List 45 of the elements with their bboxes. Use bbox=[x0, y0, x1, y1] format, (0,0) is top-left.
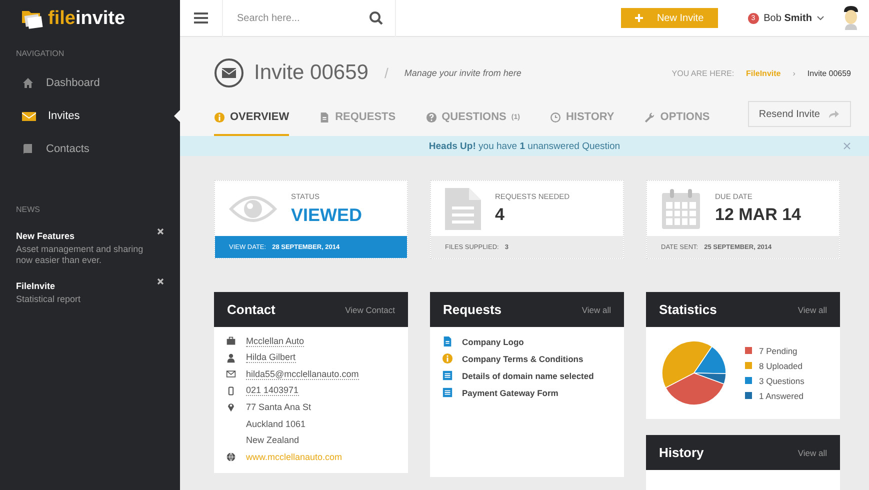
breadcrumb-separator: › bbox=[792, 68, 796, 78]
search-field[interactable]: Search here... bbox=[222, 0, 396, 36]
request-item[interactable]: Payment Gateway Form bbox=[462, 388, 558, 398]
page-subtitle: Manage your invite from here bbox=[404, 68, 522, 78]
card-value: 12 MAR 14 bbox=[715, 205, 801, 225]
news-text: Asset management and sharing now easier than ever. bbox=[16, 244, 144, 266]
resend-invite-button[interactable]: Resend Invite bbox=[748, 101, 851, 127]
request-item[interactable]: Company Logo bbox=[462, 336, 524, 346]
view-all-link[interactable]: View Contact bbox=[345, 304, 395, 314]
legend-label: 1 Answered bbox=[759, 390, 804, 400]
section-heading: NAVIGATION bbox=[15, 48, 66, 60]
contact-detail[interactable]: Hilda Gilbert bbox=[246, 352, 296, 364]
request-item[interactable]: Company Terms & Conditions bbox=[462, 354, 584, 364]
nav-item[interactable]: Contacts bbox=[0, 132, 180, 165]
request-item[interactable]: Details of domain name selected bbox=[462, 370, 594, 380]
logo: fileinvite bbox=[0, 0, 180, 37]
view-all-link[interactable]: View all bbox=[798, 448, 827, 458]
alert-text: Heads Up! you have 1 unanswered Question bbox=[428, 140, 620, 152]
contact-detail: Auckland 1061 bbox=[246, 418, 306, 429]
card-value: VIEWED bbox=[291, 204, 362, 226]
contact-detail[interactable]: hilda55@mcclellanauto.com bbox=[246, 368, 359, 380]
contact-detail[interactable]: 021 1403971 bbox=[246, 385, 299, 396]
view-all-link[interactable]: View all bbox=[798, 304, 827, 314]
breadcrumb-current: Invite 00659 bbox=[807, 68, 851, 78]
user-name[interactable]: Bob Smith bbox=[764, 12, 812, 24]
breadcrumb-label: YOU ARE HERE: bbox=[672, 68, 734, 78]
panel-title: Statistics bbox=[659, 302, 717, 317]
news-title: New Features bbox=[16, 231, 75, 241]
section-heading: NEWS bbox=[15, 204, 41, 216]
contact-detail[interactable]: Mcclellan Auto bbox=[246, 336, 304, 347]
contact-detail: New Zealand bbox=[246, 435, 300, 446]
card-value: 4 bbox=[495, 205, 506, 225]
view-all-link[interactable]: View all bbox=[582, 304, 611, 314]
panel-title: Contact bbox=[227, 302, 276, 317]
separator: / bbox=[384, 65, 388, 81]
nav-item[interactable]: Dashboard bbox=[0, 66, 180, 99]
panel-title: Requests bbox=[443, 302, 502, 317]
contact-detail: 77 Santa Ana St bbox=[246, 402, 312, 412]
page-title: Invite 00659 bbox=[254, 61, 368, 85]
legend-label: 8 Uploaded bbox=[759, 360, 802, 370]
legend-label: 3 Questions bbox=[759, 376, 804, 386]
news-title: FileInvite bbox=[16, 281, 56, 291]
panel-title: History bbox=[659, 445, 704, 460]
news-text: Statistical report bbox=[16, 294, 82, 305]
legend-label: 7 Pending bbox=[759, 346, 798, 356]
